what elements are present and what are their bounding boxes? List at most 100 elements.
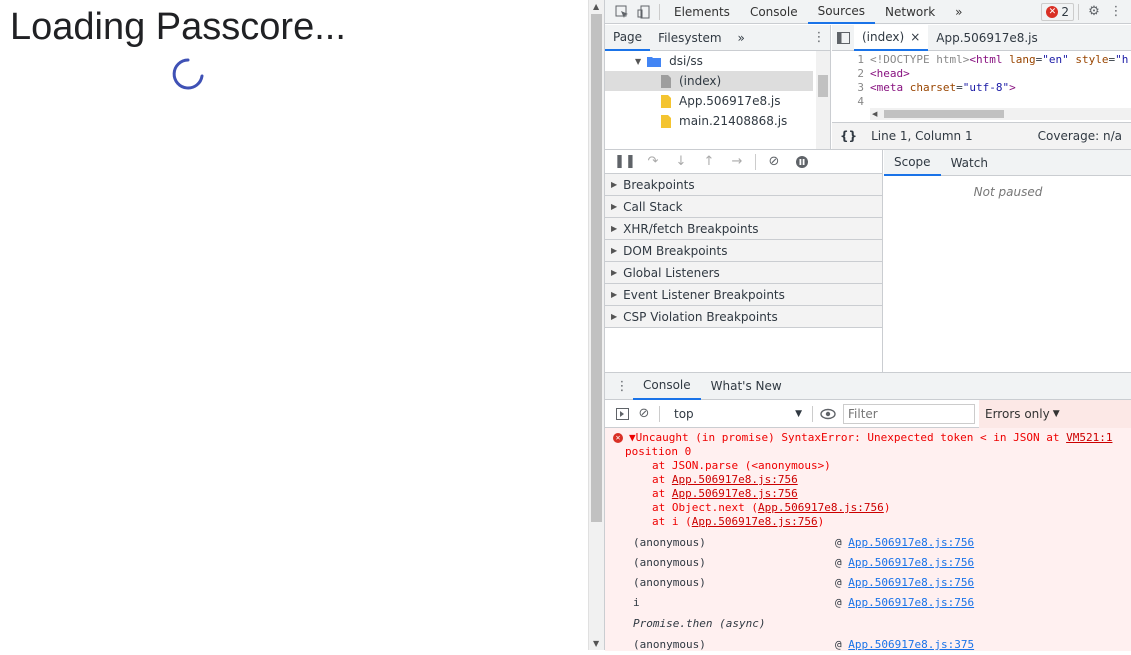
frame-link[interactable]: App.506917e8.js:756 bbox=[672, 473, 798, 486]
log-levels-dropdown[interactable]: Errors only ▼ bbox=[979, 399, 1131, 428]
navigator-menu-icon[interactable]: ⋮ bbox=[808, 27, 830, 49]
editor-tab-app-js[interactable]: App.506917e8.js bbox=[928, 25, 1045, 51]
section-label: Breakpoints bbox=[623, 177, 695, 192]
step-icon[interactable]: → bbox=[723, 151, 751, 173]
editor-hscrollbar[interactable]: ◀ bbox=[870, 108, 1131, 120]
page-viewport: Loading Passcore... bbox=[0, 0, 588, 650]
tab-scope[interactable]: Scope bbox=[884, 150, 941, 176]
more-tabs-button[interactable]: » bbox=[945, 0, 972, 24]
inspect-element-icon[interactable] bbox=[611, 1, 633, 23]
section-dom-breakpoints[interactable]: ▶ DOM Breakpoints bbox=[605, 240, 882, 262]
frame-link[interactable]: App.506917e8.js:756 bbox=[692, 515, 818, 528]
error-icon: ✕ bbox=[613, 433, 623, 443]
console-sidebar-icon[interactable] bbox=[611, 403, 633, 425]
page-title: Loading Passcore... bbox=[10, 6, 346, 48]
pretty-print-button[interactable]: {} bbox=[840, 129, 857, 143]
section-label: CSP Violation Breakpoints bbox=[623, 309, 778, 324]
navigator-more-button[interactable]: » bbox=[730, 25, 753, 51]
editor-tab-index[interactable]: (index) × bbox=[854, 24, 929, 51]
toggle-navigator-icon[interactable] bbox=[832, 27, 854, 49]
scrollbar-thumb[interactable] bbox=[884, 110, 1004, 118]
code-line: 4 bbox=[857, 95, 864, 108]
tab-watch[interactable]: Watch bbox=[941, 150, 998, 176]
tab-console-drawer[interactable]: Console bbox=[633, 373, 701, 400]
tab-filesystem[interactable]: Filesystem bbox=[650, 25, 729, 51]
stack-link[interactable]: App.506917e8.js:756 bbox=[848, 536, 974, 550]
context-selector[interactable]: top ▼ bbox=[668, 404, 808, 424]
drawer-menu-icon[interactable]: ⋮ bbox=[611, 375, 633, 397]
error-frame: at Object.next (App.506917e8.js:756) bbox=[652, 501, 891, 514]
section-global-listeners[interactable]: ▶ Global Listeners bbox=[605, 262, 882, 284]
scroll-down-icon[interactable]: ▼ bbox=[593, 639, 599, 648]
kebab-menu-icon[interactable]: ⋮ bbox=[1105, 1, 1127, 23]
navigator-scrollbar[interactable] bbox=[816, 51, 830, 149]
scroll-up-icon[interactable]: ▲ bbox=[593, 2, 599, 11]
expand-arrow-icon: ▶ bbox=[611, 290, 618, 299]
error-source-link[interactable]: VM521:1 bbox=[1066, 431, 1112, 444]
context-label: top bbox=[674, 406, 694, 421]
filter-input[interactable] bbox=[843, 403, 975, 424]
section-xhr-breakpoints[interactable]: ▶ XHR/fetch Breakpoints bbox=[605, 218, 882, 240]
scroll-left-icon[interactable]: ◀ bbox=[872, 110, 877, 118]
toolbar-divider bbox=[812, 405, 813, 422]
stack-link[interactable]: App.506917e8.js:756 bbox=[848, 556, 974, 570]
stack-link[interactable]: App.506917e8.js:756 bbox=[848, 576, 974, 590]
tab-network[interactable]: Network bbox=[875, 0, 945, 24]
stack-link[interactable]: App.506917e8.js:756 bbox=[848, 596, 974, 610]
error-frame: at App.506917e8.js:756 bbox=[652, 487, 798, 500]
step-over-icon[interactable]: ↷ bbox=[639, 151, 667, 173]
tree-file-main-js[interactable]: main.21408868.js bbox=[605, 111, 830, 131]
navigator-tabs: Page Filesystem » ⋮ bbox=[605, 25, 830, 51]
close-icon[interactable]: × bbox=[910, 30, 920, 44]
step-into-icon[interactable]: ↓ bbox=[667, 151, 695, 173]
stack-fn: (anonymous) bbox=[633, 536, 706, 549]
tree-folder-dsi-ss[interactable]: ▼ dsi/ss bbox=[605, 51, 830, 71]
stack-row: (anonymous) @ App.506917e8.js:375 bbox=[613, 635, 1131, 655]
tab-sources[interactable]: Sources bbox=[807, 0, 876, 24]
devtools-main-toolbar: Elements Console Sources Network » ✕ 2 ⚙… bbox=[605, 0, 1131, 24]
error-icon: ✕ bbox=[1046, 5, 1059, 18]
tab-console[interactable]: Console bbox=[740, 0, 808, 24]
clear-console-icon[interactable]: ⊘ bbox=[633, 403, 655, 425]
async-stack: (anonymous) @ App.506917e8.js:756 (anonym… bbox=[613, 533, 1131, 655]
deactivate-breakpoints-icon[interactable]: ⊘ bbox=[760, 151, 788, 173]
error-headline[interactable]: ✕ ▼Uncaught (in promise) SyntaxError: Une… bbox=[613, 431, 1131, 445]
console-error-message: ✕ ▼Uncaught (in promise) SyntaxError: Une… bbox=[605, 428, 1131, 651]
page-scrollbar[interactable]: ▲ ▼ bbox=[588, 0, 604, 650]
section-call-stack[interactable]: ▶ Call Stack bbox=[605, 196, 882, 218]
coverage-status: Coverage: n/a bbox=[1037, 129, 1122, 143]
step-out-icon[interactable]: ↑ bbox=[695, 151, 723, 173]
device-toolbar-icon[interactable] bbox=[633, 1, 655, 23]
section-label: Call Stack bbox=[623, 199, 683, 214]
expand-arrow-icon: ▼ bbox=[635, 56, 642, 66]
section-label: Global Listeners bbox=[623, 265, 720, 280]
section-breakpoints[interactable]: ▶ Breakpoints bbox=[605, 174, 882, 196]
tree-file-app-js[interactable]: App.506917e8.js bbox=[605, 91, 830, 111]
devtools-panel: Elements Console Sources Network » ✕ 2 ⚙… bbox=[604, 0, 1131, 651]
frame-link[interactable]: App.506917e8.js:756 bbox=[758, 501, 884, 514]
scrollbar-thumb[interactable] bbox=[591, 14, 602, 522]
pause-icon[interactable]: ❚❚ bbox=[611, 151, 639, 173]
dropdown-arrow-icon: ▼ bbox=[1052, 408, 1060, 419]
frame-link[interactable]: App.506917e8.js:756 bbox=[672, 487, 798, 500]
tree-file-index[interactable]: (index) bbox=[605, 71, 813, 91]
tab-page[interactable]: Page bbox=[605, 25, 651, 51]
section-event-listener-breakpoints[interactable]: ▶ Event Listener Breakpoints bbox=[605, 284, 882, 306]
editor-status-bar: {} Line 1, Column 1 Coverage: n/a bbox=[832, 122, 1131, 149]
scrollbar-thumb[interactable] bbox=[818, 75, 828, 97]
eye-icon[interactable] bbox=[817, 403, 839, 425]
code-line: 2 <head> bbox=[857, 67, 910, 80]
tab-whats-new[interactable]: What's New bbox=[701, 373, 792, 400]
not-paused-message: Not paused bbox=[973, 185, 1043, 199]
stack-row: (anonymous) @ App.506917e8.js:756 bbox=[613, 573, 1131, 593]
stack-fn: Promise.then (async) bbox=[633, 617, 766, 630]
pause-on-exceptions-icon[interactable] bbox=[788, 151, 816, 173]
section-csp-breakpoints[interactable]: ▶ CSP Violation Breakpoints bbox=[605, 306, 882, 328]
stack-row: Promise.then (async) bbox=[613, 613, 1131, 635]
error-count-badge[interactable]: ✕ 2 bbox=[1041, 2, 1074, 21]
code-lines[interactable]: 1 <!DOCTYPE html><html lang="en" style="h… bbox=[832, 53, 1131, 109]
dropdown-arrow-icon: ▼ bbox=[795, 408, 802, 419]
tab-elements[interactable]: Elements bbox=[664, 0, 740, 24]
stack-row: i @ App.506917e8.js:756 bbox=[613, 593, 1131, 613]
gear-icon[interactable]: ⚙ bbox=[1083, 1, 1105, 23]
